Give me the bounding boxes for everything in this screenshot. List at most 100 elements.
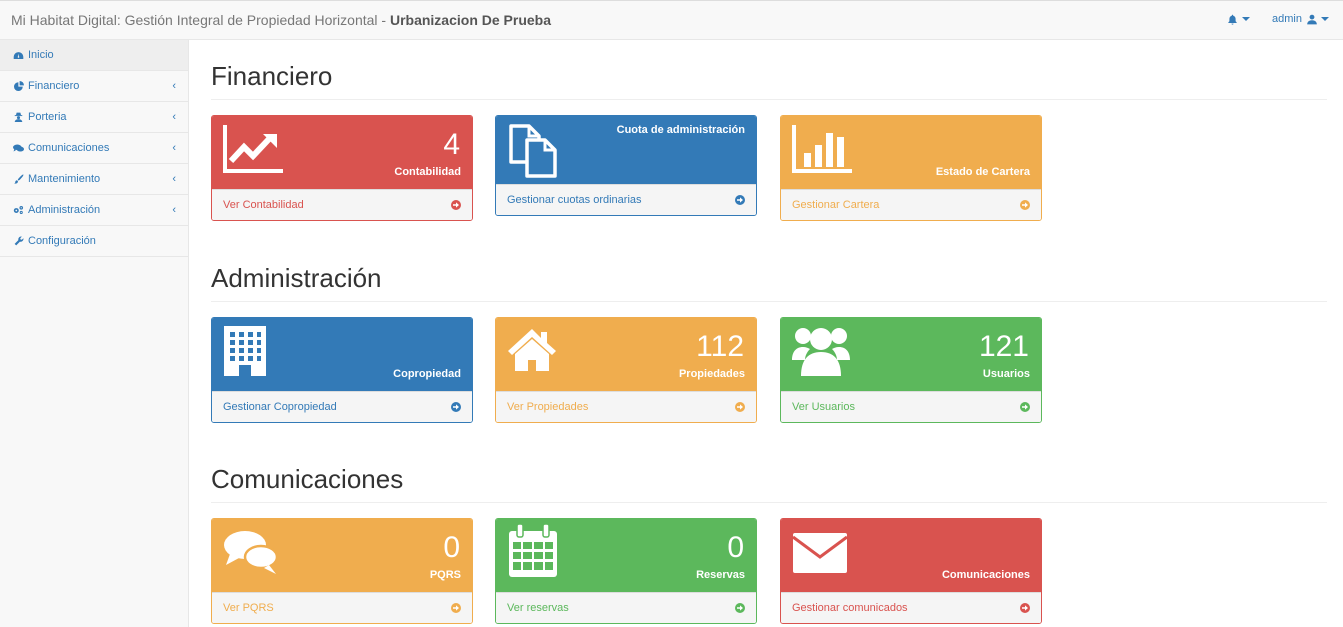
pqrs-count: 0 — [443, 531, 460, 564]
calendar-icon — [507, 523, 559, 584]
chevron-left-icon: ‹ — [172, 111, 176, 123]
pie-chart-icon — [13, 81, 24, 92]
sidebar-item-porteria[interactable]: Porteria ‹ — [0, 102, 188, 133]
wrench-icon — [13, 236, 24, 247]
arrow-circle-right-icon — [451, 603, 461, 613]
paint-brush-icon — [13, 174, 24, 185]
arrow-circle-right-icon — [735, 195, 745, 205]
ver-propiedades-link[interactable]: Ver Propiedades — [496, 391, 756, 422]
chevron-left-icon: ‹ — [172, 80, 176, 92]
app-title-org: Urbanizacion De Prueba — [389, 12, 552, 28]
section-title-administracion: Administración — [211, 263, 382, 293]
panel-heading: Estado de Cartera — [781, 116, 1041, 189]
panel-heading: 112 Propiedades — [496, 318, 756, 391]
sidebar-item-label: Comunicaciones — [28, 142, 110, 154]
home-icon — [507, 327, 557, 378]
footer-link-label: Gestionar Copropiedad — [223, 401, 337, 413]
reservas-count: 0 — [727, 531, 744, 564]
arrow-circle-right-icon — [1020, 402, 1030, 412]
panel-copropiedad: Copropiedad Gestionar Copropiedad — [211, 317, 473, 423]
arrow-circle-right-icon — [735, 402, 745, 412]
sidebar-item-label: Porteria — [28, 111, 67, 123]
ver-usuarios-link[interactable]: Ver Usuarios — [781, 391, 1041, 422]
sidebar-item-configuracion[interactable]: Configuración — [0, 226, 188, 257]
navbar-right: admin — [1205, 13, 1329, 25]
cogs-icon — [13, 205, 24, 216]
contabilidad-count: 4 — [443, 128, 460, 161]
divider — [211, 99, 1327, 100]
panel-heading: 4 Contabilidad — [212, 116, 472, 189]
sidebar-item-label: Inicio — [28, 49, 54, 61]
comments-icon — [223, 529, 279, 582]
propiedades-count: 112 — [696, 330, 744, 363]
arrow-circle-right-icon — [1020, 200, 1030, 210]
ver-contabilidad-link[interactable]: Ver Contabilidad — [212, 189, 472, 220]
sidebar: Inicio Financiero ‹ Porteria ‹ Comunicac… — [0, 40, 189, 627]
pqrs-label: PQRS — [429, 569, 461, 581]
arrow-circle-right-icon — [735, 603, 745, 613]
arrow-circle-right-icon — [451, 402, 461, 412]
panel-heading: Comunicaciones — [781, 519, 1041, 592]
usuarios-label: Usuarios — [982, 368, 1030, 380]
gestionar-cartera-link[interactable]: Gestionar Cartera — [781, 189, 1041, 220]
username: admin — [1272, 13, 1302, 25]
gestionar-cuotas-link[interactable]: Gestionar cuotas ordinarias — [496, 184, 756, 215]
panel-heading: 0 Reservas — [496, 519, 756, 592]
panel-heading: 0 PQRS — [212, 519, 472, 592]
sidebar-item-administracion[interactable]: Administración ‹ — [0, 195, 188, 226]
chevron-left-icon: ‹ — [172, 142, 176, 154]
comunicados-label: Comunicaciones — [941, 569, 1030, 581]
cuota-label: Cuota de administración — [616, 124, 745, 136]
panel-cuota-administracion: Cuota de administración Gestionar cuotas… — [495, 115, 757, 216]
ver-pqrs-link[interactable]: Ver PQRS — [212, 592, 472, 623]
sidebar-item-financiero[interactable]: Financiero ‹ — [0, 71, 188, 102]
envelope-icon — [792, 531, 848, 580]
ver-reservas-link[interactable]: Ver reservas — [496, 592, 756, 623]
user-dropdown[interactable]: admin — [1272, 13, 1329, 25]
copy-icon — [507, 122, 563, 183]
sidebar-item-label: Configuración — [28, 235, 96, 247]
building-icon — [222, 324, 268, 383]
sidebar-item-inicio[interactable]: Inicio — [0, 40, 188, 71]
caret-down-icon — [1242, 17, 1251, 21]
gestionar-comunicados-link[interactable]: Gestionar comunicados — [781, 592, 1041, 623]
usuarios-count: 121 — [978, 330, 1029, 363]
sidebar-item-label: Administración — [28, 204, 101, 216]
panel-heading: Copropiedad — [212, 318, 472, 391]
panel-comunicados: Comunicaciones Gestionar comunicados — [780, 518, 1042, 624]
divider — [211, 301, 1327, 302]
bell-icon — [1227, 14, 1238, 25]
sidebar-item-comunicaciones[interactable]: Comunicaciones ‹ — [0, 133, 188, 164]
footer-link-label: Gestionar cuotas ordinarias — [507, 194, 642, 206]
reservas-label: Reservas — [696, 569, 745, 581]
app-title-prefix: Mi Habitat Digital: Gestión Integral de … — [11, 12, 390, 28]
users-icon — [791, 322, 851, 383]
chevron-left-icon: ‹ — [172, 204, 176, 216]
line-chart-icon — [223, 123, 285, 178]
panel-contabilidad: 4 Contabilidad Ver Contabilidad — [211, 115, 473, 221]
section-title-comunicaciones: Comunicaciones — [211, 464, 404, 494]
caret-down-icon — [1321, 17, 1329, 21]
gestionar-copropiedad-link[interactable]: Gestionar Copropiedad — [212, 391, 472, 422]
divider — [211, 502, 1327, 503]
notifications-dropdown[interactable] — [1227, 14, 1251, 25]
sidebar-item-label: Mantenimiento — [28, 173, 101, 185]
panel-heading: 121 Usuarios — [781, 318, 1041, 391]
footer-link-label: Gestionar comunicados — [792, 602, 908, 614]
sidebar-item-label: Financiero — [28, 80, 80, 92]
chevron-left-icon: ‹ — [172, 173, 176, 185]
footer-link-label: Ver PQRS — [223, 602, 274, 614]
dashboard-icon — [13, 50, 24, 61]
footer-link-label: Ver reservas — [507, 602, 569, 614]
bar-chart-icon — [792, 123, 854, 178]
section-title-financiero: Financiero — [211, 61, 333, 91]
top-navbar: Mi Habitat Digital: Gestión Integral de … — [0, 0, 1343, 40]
cartera-label: Estado de Cartera — [935, 166, 1030, 178]
panel-pqrs: 0 PQRS Ver PQRS — [211, 518, 473, 624]
panel-heading: Cuota de administración — [496, 116, 756, 184]
sidebar-item-mantenimiento[interactable]: Mantenimiento ‹ — [0, 164, 188, 195]
propiedades-label: Propiedades — [678, 368, 745, 380]
footer-link-label: Ver Propiedades — [507, 401, 589, 413]
footer-link-label: Ver Contabilidad — [223, 199, 304, 211]
app-title[interactable]: Mi Habitat Digital: Gestión Integral de … — [11, 12, 551, 28]
